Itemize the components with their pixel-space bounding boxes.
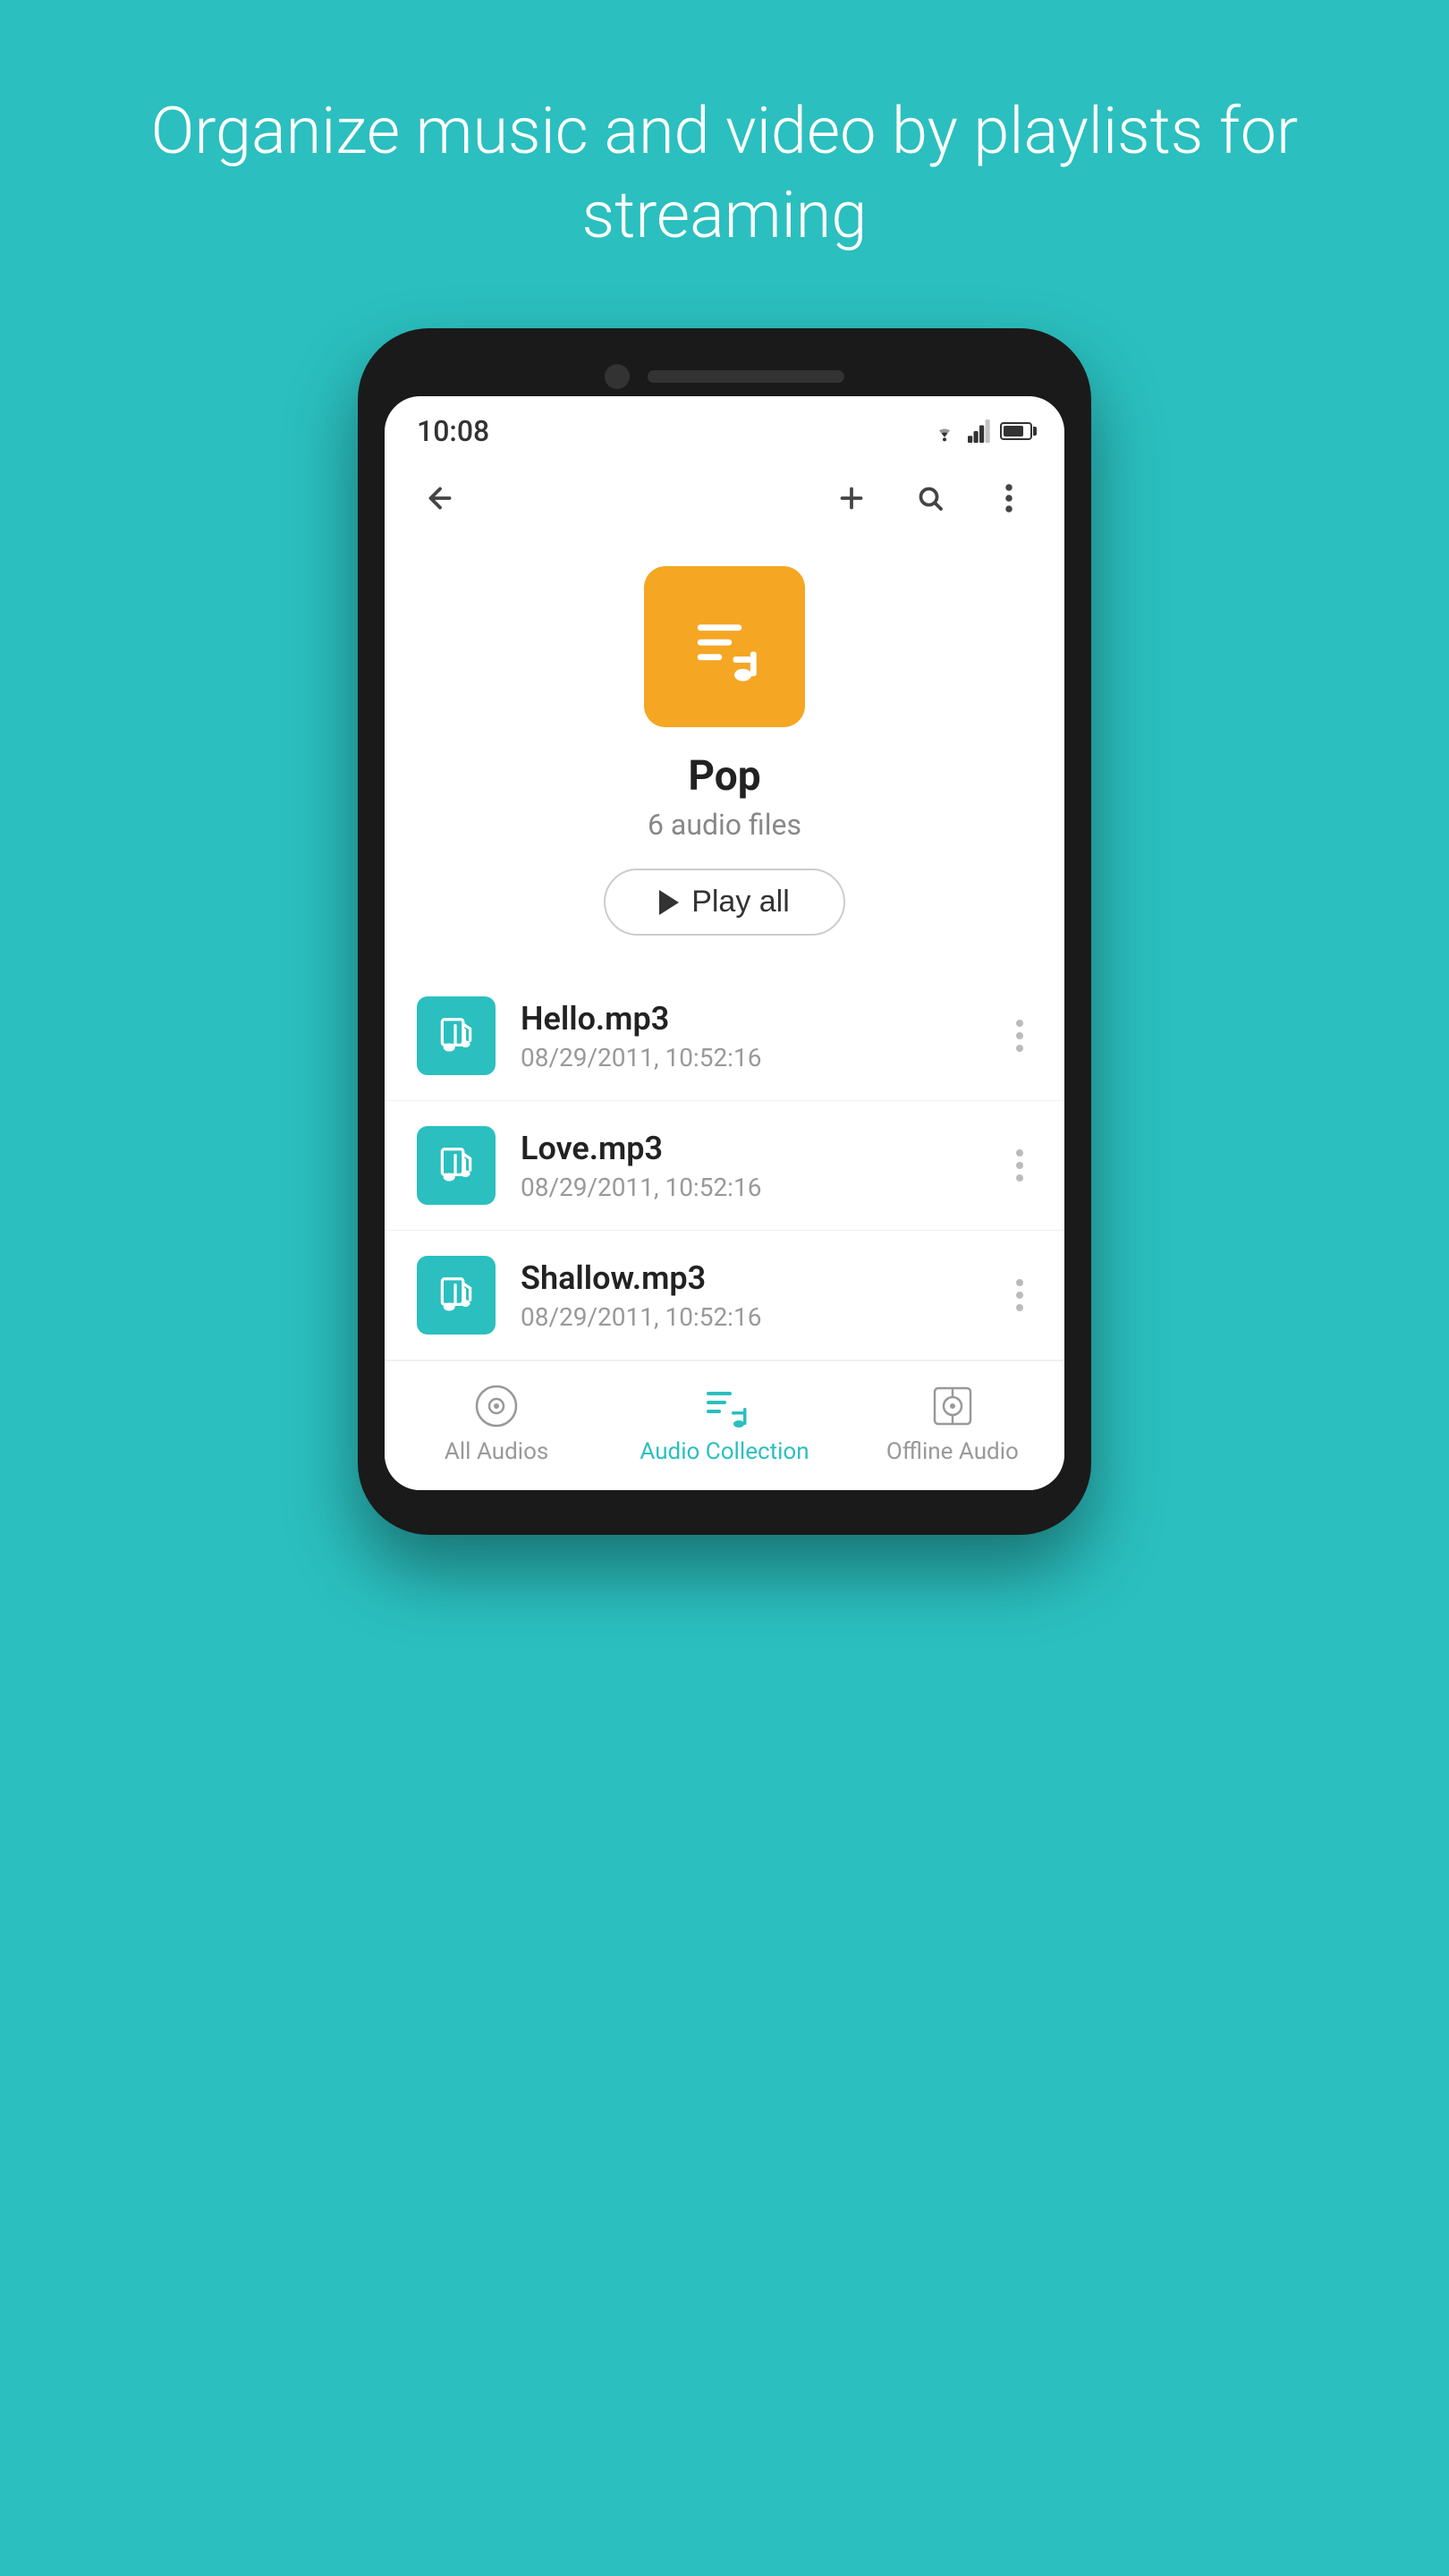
search-button[interactable] (907, 475, 953, 521)
audio-date-1: 08/29/2011, 10:52:16 (521, 1043, 1007, 1072)
play-all-button[interactable]: Play all (604, 869, 845, 936)
audio-date-2: 08/29/2011, 10:52:16 (521, 1173, 1007, 1202)
app-bar-left (417, 475, 463, 521)
phone-screen: 10:08 (385, 396, 1064, 1490)
playlist-count: 6 audio files (648, 808, 801, 842)
audio-info-2: Love.mp3 08/29/2011, 10:52:16 (521, 1130, 1007, 1202)
audio-info-1: Hello.mp3 08/29/2011, 10:52:16 (521, 1000, 1007, 1072)
status-icons (930, 419, 1032, 443)
phone-device: 10:08 (358, 328, 1091, 1535)
audio-thumb-3 (417, 1256, 496, 1335)
bottom-nav: All Audios Audio Collection (385, 1360, 1064, 1490)
nav-all-audios-label: All Audios (445, 1438, 548, 1465)
playlist-header: Pop 6 audio files Play all (385, 539, 1064, 971)
nav-audio-collection-label: Audio Collection (640, 1438, 809, 1465)
audio-info-3: Shallow.mp3 08/29/2011, 10:52:16 (521, 1259, 1007, 1332)
play-all-label: Play all (691, 885, 790, 919)
audio-thumb-1 (417, 996, 496, 1075)
phone-camera (605, 364, 630, 389)
audio-more-1[interactable] (1007, 1011, 1032, 1061)
playlist-name: Pop (688, 752, 760, 801)
audio-more-3[interactable] (1007, 1270, 1032, 1320)
status-time: 10:08 (417, 414, 489, 448)
audio-name-2: Love.mp3 (521, 1130, 1007, 1167)
audio-item-2[interactable]: Love.mp3 08/29/2011, 10:52:16 (385, 1101, 1064, 1231)
back-button[interactable] (417, 475, 463, 521)
audio-list: Hello.mp3 08/29/2011, 10:52:16 (385, 971, 1064, 1360)
status-bar: 10:08 (385, 396, 1064, 457)
play-icon (659, 890, 679, 915)
audio-name-3: Shallow.mp3 (521, 1259, 1007, 1297)
app-bar (385, 457, 1064, 539)
audio-thumb-2 (417, 1126, 496, 1205)
phone-speaker (648, 370, 844, 383)
nav-offline-audio-label: Offline Audio (886, 1438, 1019, 1465)
nav-all-audios[interactable]: All Audios (416, 1381, 577, 1465)
audio-date-3: 08/29/2011, 10:52:16 (521, 1302, 1007, 1332)
phone-notch (385, 364, 1064, 389)
more-button[interactable] (986, 475, 1032, 521)
audio-item-3[interactable]: Shallow.mp3 08/29/2011, 10:52:16 (385, 1231, 1064, 1360)
audio-more-2[interactable] (1007, 1140, 1032, 1191)
nav-offline-audio[interactable]: Offline Audio (872, 1381, 1033, 1465)
playlist-icon (644, 566, 805, 727)
hero-title: Organize music and video by playlists fo… (0, 89, 1449, 257)
wifi-icon (930, 419, 959, 443)
signal-icon (968, 419, 991, 443)
add-button[interactable] (828, 475, 875, 521)
audio-name-1: Hello.mp3 (521, 1000, 1007, 1038)
nav-audio-collection[interactable]: Audio Collection (640, 1381, 809, 1465)
battery-icon (1000, 422, 1032, 440)
audio-item-1[interactable]: Hello.mp3 08/29/2011, 10:52:16 (385, 971, 1064, 1101)
app-bar-right (828, 475, 1032, 521)
